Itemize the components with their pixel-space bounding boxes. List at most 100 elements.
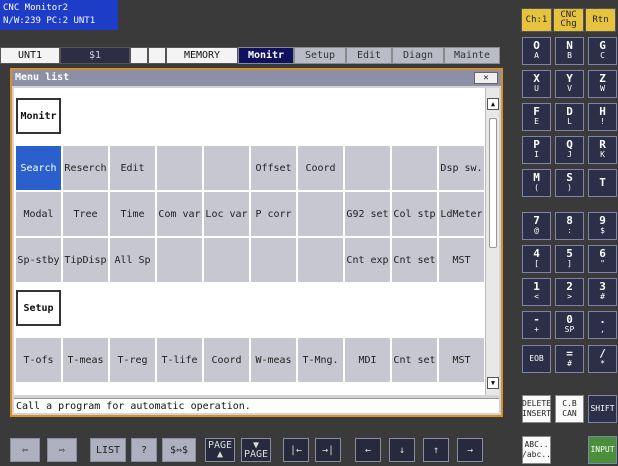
key-symbol-9-2[interactable]: / * [588, 345, 617, 373]
menu-item-coord[interactable]: Coord [204, 338, 249, 382]
group-label-setup[interactable]: Setup [16, 290, 61, 326]
help-button[interactable]: ? [131, 438, 157, 462]
key-7[interactable]: 7 @ [522, 212, 551, 240]
scrollbar[interactable]: ▲ ▼ [485, 88, 499, 395]
menu-item-mst[interactable]: MST [439, 238, 484, 282]
key-sub-label: " [600, 259, 605, 268]
tab-setup[interactable]: Setup [294, 47, 346, 64]
cursor-end-button[interactable]: →| [315, 438, 341, 462]
key-2[interactable]: 2 > [555, 278, 584, 306]
key-o[interactable]: OA [522, 37, 551, 65]
cursor-home-button[interactable]: |← [283, 438, 309, 462]
key-4[interactable]: 4[ [522, 245, 551, 273]
tab-edit[interactable]: Edit [346, 47, 392, 64]
key-symbol-9-1[interactable]: = # [555, 345, 584, 373]
key-8[interactable]: 8: [555, 212, 584, 240]
key-h[interactable]: H! [588, 103, 617, 131]
key-sub-label: < [534, 292, 539, 301]
key-main-label: 4 [533, 247, 540, 260]
system-swap-button[interactable]: $⇔$ [162, 438, 196, 462]
channel-button[interactable]: Ch:1 [521, 8, 552, 32]
menu-item-tipdisp[interactable]: TipDisp [63, 238, 108, 282]
menu-item-w-meas[interactable]: W-meas [251, 338, 296, 382]
scroll-thumb[interactable] [489, 118, 497, 248]
cancel-block-key[interactable]: C.B CAN [555, 395, 584, 423]
menu-item-g92-set[interactable]: G92 set [345, 192, 390, 236]
abc-toggle-key[interactable]: ABC.. /abc.. [522, 436, 551, 464]
menu-item-all-sp[interactable]: All Sp [110, 238, 155, 282]
list-button[interactable]: LIST [90, 438, 126, 462]
menu-item-col-stp[interactable]: Col stp [392, 192, 437, 236]
key-0[interactable]: 0 SP [555, 311, 584, 339]
menu-item-search[interactable]: Search [16, 146, 61, 190]
input-key[interactable]: INPUT [588, 436, 617, 464]
next-screen-icon[interactable]: ⇨ [47, 438, 77, 462]
return-button[interactable]: Rtn [585, 8, 616, 32]
key-y[interactable]: YV [555, 70, 584, 98]
menu-item-t-reg[interactable]: T-reg [110, 338, 155, 382]
tab-monitr[interactable]: Monitr [238, 47, 294, 64]
menu-item-cnt-exp[interactable]: Cnt exp [345, 238, 390, 282]
menu-item-cnt-set[interactable]: Cnt set [392, 238, 437, 282]
tab-mainte[interactable]: Mainte [444, 47, 500, 64]
menu-item-time[interactable]: Time [110, 192, 155, 236]
key-symbol-8-2[interactable]: ., [588, 311, 617, 339]
scroll-down-icon[interactable]: ▼ [487, 377, 499, 389]
close-icon[interactable]: ✕ [474, 72, 498, 84]
key-s[interactable]: S) [555, 169, 584, 197]
key-3[interactable]: 3 # [588, 278, 617, 306]
tab-diagn[interactable]: Diagn [392, 47, 444, 64]
key-r[interactable]: RK [588, 136, 617, 164]
menu-item-t-mng[interactable]: T-Mng. [298, 338, 343, 382]
menu-item-t-ofs[interactable]: T-ofs [16, 338, 61, 382]
group-label-monitr[interactable]: Monitr [16, 98, 61, 134]
menu-item-edit[interactable]: Edit [110, 146, 155, 190]
cursor-right-button[interactable]: → [457, 438, 483, 462]
menu-item-coord[interactable]: Coord [298, 146, 343, 190]
menu-item-com-var[interactable]: Com var [157, 192, 202, 236]
menu-item-dsp-sw[interactable]: Dsp sw. [439, 146, 484, 190]
key-9[interactable]: 9 $ [588, 212, 617, 240]
key-m[interactable]: M( [522, 169, 551, 197]
menu-item-offset[interactable]: Offset [251, 146, 296, 190]
menu-item-sp-stby[interactable]: Sp-stby [16, 238, 61, 282]
key-z[interactable]: ZW [588, 70, 617, 98]
menu-item-loc-var[interactable]: Loc var [204, 192, 249, 236]
key-d[interactable]: DL [555, 103, 584, 131]
key-sub-label: U [534, 84, 539, 93]
key-main-label: F [533, 105, 540, 118]
key-6[interactable]: 6 " [588, 245, 617, 273]
menu-item-tree[interactable]: Tree [63, 192, 108, 236]
menu-item-modal[interactable]: Modal [16, 192, 61, 236]
key-x[interactable]: XU [522, 70, 551, 98]
cursor-left-button[interactable]: ← [355, 438, 381, 462]
menu-item-ldmeter[interactable]: LdMeter [439, 192, 484, 236]
shift-key[interactable]: SHIFT [588, 395, 617, 423]
key-n[interactable]: NB [555, 37, 584, 65]
menu-row-monitr-3: Sp-stby TipDisp All Sp Cnt exp Cnt set MST [16, 238, 484, 282]
key-eob[interactable]: EOB [522, 345, 551, 373]
key-g[interactable]: GC [588, 37, 617, 65]
menu-item-mdi[interactable]: MDI [345, 338, 390, 382]
menu-item-t-life[interactable]: T-life [157, 338, 202, 382]
cnc-change-button[interactable]: CNC Chg [553, 8, 584, 32]
menu-item-p-corr[interactable]: P corr [251, 192, 296, 236]
scroll-up-icon[interactable]: ▲ [487, 98, 499, 110]
page-up-button[interactable]: PAGE ▲ [205, 438, 235, 462]
key-5[interactable]: 5] [555, 245, 584, 273]
delete-insert-key[interactable]: DELETE INSERT [522, 395, 551, 423]
key-symbol-8-0[interactable]: - + [522, 311, 551, 339]
menu-item-mst[interactable]: MST [439, 338, 484, 382]
page-down-button[interactable]: ▼ PAGE [241, 438, 271, 462]
key-p[interactable]: PI [522, 136, 551, 164]
key-f[interactable]: FE [522, 103, 551, 131]
menu-item-t-meas[interactable]: T-meas [63, 338, 108, 382]
key-1[interactable]: 1 < [522, 278, 551, 306]
key-q[interactable]: QJ [555, 136, 584, 164]
key-t[interactable]: T [588, 169, 617, 197]
cursor-down-button[interactable]: ↓ [389, 438, 415, 462]
menu-item-reserch[interactable]: Reserch [63, 146, 108, 190]
cursor-up-button[interactable]: ↑ [423, 438, 449, 462]
menu-item-cnt-set[interactable]: Cnt set [392, 338, 437, 382]
previous-screen-icon[interactable]: ⇦ [10, 438, 40, 462]
